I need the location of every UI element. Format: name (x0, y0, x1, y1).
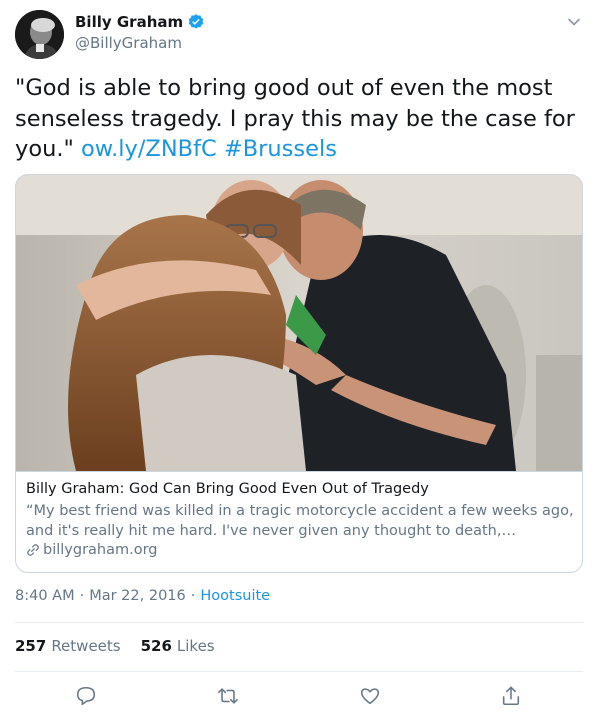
link-icon (27, 544, 39, 556)
author-name-row[interactable]: Billy Graham (75, 13, 205, 31)
retweets-count: 257 (15, 637, 47, 655)
link-card[interactable]: Billy Graham: God Can Bring Good Even Ou… (15, 174, 583, 573)
card-description: “My best friend was killed in a tragic m… (26, 503, 574, 539)
share-icon[interactable] (500, 685, 522, 707)
divider (15, 622, 583, 623)
card-title[interactable]: Billy Graham: God Can Bring Good Even Ou… (26, 481, 429, 497)
tweet: Billy Graham @BillyGraham "God is able t… (0, 0, 598, 721)
retweet-icon[interactable] (217, 685, 239, 707)
tweet-text: "God is able to bring good out of even t… (15, 73, 583, 165)
likes-count: 526 (140, 637, 172, 655)
reply-icon[interactable] (75, 685, 97, 707)
tweet-stats: 257 Retweets 526 Likes (15, 637, 235, 655)
hashtag-link[interactable]: #Brussels (224, 136, 337, 162)
chevron-down-icon[interactable] (566, 14, 582, 30)
avatar[interactable] (15, 10, 64, 59)
card-domain[interactable]: billygraham.org (43, 542, 158, 558)
author-display-name[interactable]: Billy Graham (75, 13, 183, 31)
tweet-source[interactable]: Hootsuite (200, 588, 270, 604)
tweet-time[interactable]: 8:40 AM (15, 588, 75, 604)
retweets-label: Retweets (51, 637, 121, 655)
retweets-stat[interactable]: 257 Retweets (15, 637, 121, 655)
tweet-link[interactable]: ow.ly/ZNBfC (81, 136, 217, 162)
card-domain-row[interactable]: billygraham.org (26, 542, 158, 558)
tweet-date[interactable]: Mar 22, 2016 (89, 588, 186, 604)
likes-stat[interactable]: 526 Likes (141, 637, 215, 655)
meta-separator: · (190, 588, 196, 604)
tweet-meta: 8:40 AM · Mar 22, 2016 · Hootsuite (15, 588, 270, 604)
divider (15, 671, 583, 672)
verified-badge-icon (188, 14, 204, 29)
meta-separator: · (79, 588, 85, 604)
card-image[interactable] (16, 175, 582, 472)
likes-label: Likes (176, 637, 215, 655)
like-heart-icon[interactable] (359, 685, 381, 707)
author-handle[interactable]: @BillyGraham (75, 34, 182, 52)
